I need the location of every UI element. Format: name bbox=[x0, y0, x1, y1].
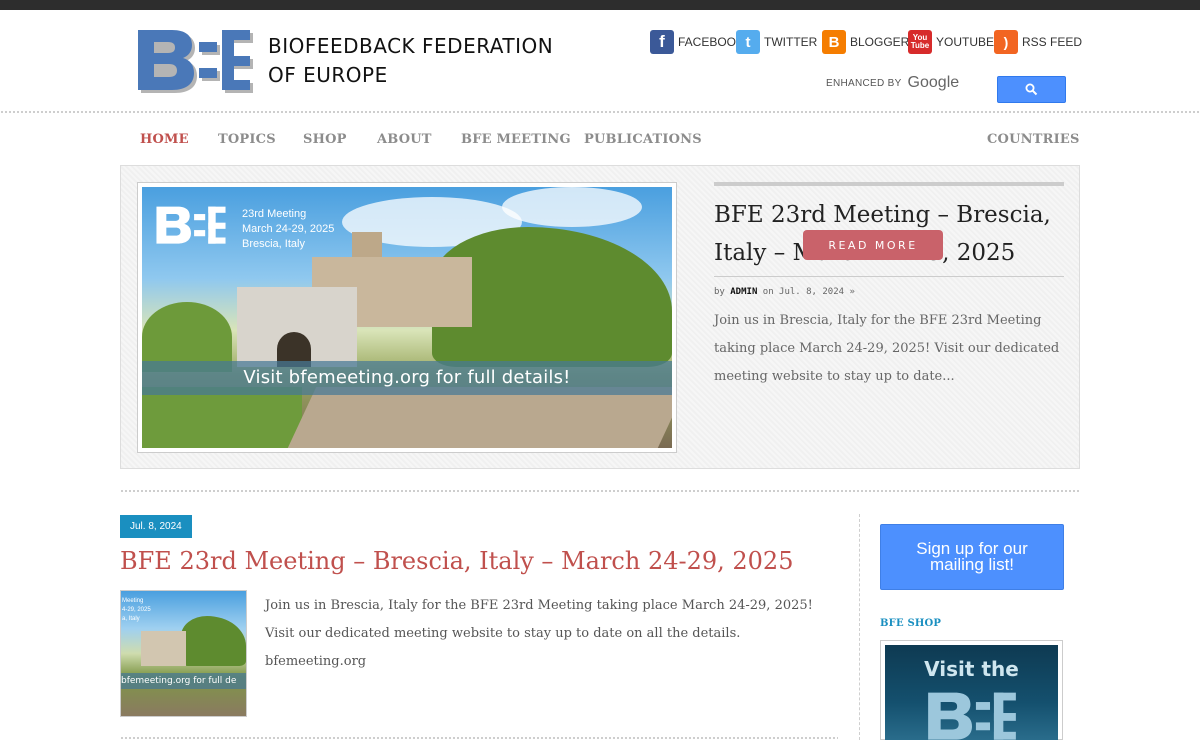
sidebar-separator bbox=[859, 514, 860, 740]
shop-banner[interactable]: Visit the bbox=[880, 640, 1063, 740]
shop-heading: BFE SHOP bbox=[880, 618, 942, 629]
bfe-logo[interactable] bbox=[134, 28, 254, 98]
social-label: RSS FEED bbox=[1022, 35, 1083, 49]
nav-shop[interactable]: SHOP bbox=[303, 132, 347, 147]
social-label: BLOGGER bbox=[850, 35, 910, 49]
section-divider bbox=[120, 489, 1080, 494]
social-rss[interactable]: ) RSS FEED bbox=[994, 30, 1082, 54]
facebook-icon: f bbox=[650, 30, 674, 54]
twitter-icon: t bbox=[736, 30, 760, 54]
social-label: YOUTUBE bbox=[936, 35, 995, 49]
nav-bfe-meeting[interactable]: BFE MEETING bbox=[461, 132, 571, 147]
bfe-logo-white bbox=[156, 206, 226, 244]
search-button[interactable] bbox=[997, 76, 1066, 103]
site-title-line1: BIOFEEDBACK FEDERATION bbox=[268, 34, 554, 58]
featured-meta: by ADMIN on Jul. 8, 2024 » bbox=[714, 287, 855, 297]
header: BIOFEEDBACK FEDERATION OF EUROPE f FACEB… bbox=[0, 10, 1200, 110]
post-excerpt: Join us in Brescia, Italy for the BFE 23… bbox=[265, 598, 813, 669]
post-divider bbox=[120, 736, 838, 740]
nav-about[interactable]: ABOUT bbox=[377, 132, 432, 147]
mailing-list-signup-button[interactable]: Sign up for our mailing list! bbox=[880, 524, 1064, 590]
youtube-icon: You Tube bbox=[908, 30, 932, 54]
featured-top-bar bbox=[714, 182, 1064, 186]
header-divider bbox=[0, 110, 1200, 115]
search-icon bbox=[1025, 83, 1038, 96]
nav-topics[interactable]: TOPICS bbox=[218, 132, 276, 147]
featured-summary: BFE 23rd Meeting – Brescia, Italy – Marc… bbox=[714, 182, 1064, 391]
rss-icon: ) bbox=[994, 30, 1018, 54]
blogger-icon: B bbox=[822, 30, 846, 54]
enhanced-by-label: ENHANCED BY bbox=[826, 77, 902, 89]
post-date-badge: Jul. 8, 2024 bbox=[120, 515, 192, 538]
post-thumbnail[interactable]: Meeting 4-29, 2025 a, Italy bfemeeting.o… bbox=[120, 590, 247, 717]
top-bar bbox=[0, 0, 1200, 10]
shop-banner-text: Visit the bbox=[924, 657, 1019, 681]
site-title[interactable]: BIOFEEDBACK FEDERATION OF EUROPE bbox=[268, 32, 553, 90]
main-nav: HOME TOPICS SHOP ABOUT BFE MEETING PUBLI… bbox=[0, 124, 1200, 154]
site-title-line2: OF EUROPE bbox=[268, 63, 388, 87]
nav-home[interactable]: HOME bbox=[140, 132, 189, 147]
google-label: Google bbox=[907, 74, 960, 91]
post-title[interactable]: BFE 23rd Meeting – Brescia, Italy – Marc… bbox=[120, 547, 793, 575]
social-twitter[interactable]: t TWITTER bbox=[736, 30, 817, 54]
social-youtube[interactable]: You Tube YOUTUBE bbox=[908, 30, 994, 54]
featured-slider: 23rd Meeting March 24-29, 2025 Brescia, … bbox=[120, 165, 1080, 469]
social-facebook[interactable]: f FACEBOOK bbox=[650, 30, 744, 54]
bfe-logo-shop bbox=[928, 692, 1016, 740]
post-entry: Jul. 8, 2024 BFE 23rd Meeting – Brescia,… bbox=[120, 514, 840, 740]
social-blogger[interactable]: B BLOGGER bbox=[822, 30, 909, 54]
read-more-button[interactable]: READ MORE bbox=[803, 230, 943, 260]
featured-image[interactable]: 23rd Meeting March 24-29, 2025 Brescia, … bbox=[137, 182, 677, 453]
google-search-input[interactable]: ENHANCED BY Google bbox=[826, 72, 959, 94]
image-banner: Visit bfemeeting.org for full details! bbox=[142, 361, 672, 395]
social-label: FACEBOOK bbox=[678, 35, 745, 49]
featured-excerpt: Join us in Brescia, Italy for the BFE 23… bbox=[714, 313, 1060, 384]
meeting-details: 23rd Meeting March 24-29, 2025 Brescia, … bbox=[242, 208, 335, 250]
nav-publications[interactable]: PUBLICATIONS bbox=[584, 132, 702, 147]
social-label: TWITTER bbox=[764, 35, 818, 49]
author-link[interactable]: ADMIN bbox=[730, 287, 757, 297]
nav-countries[interactable]: COUNTRIES bbox=[987, 132, 1080, 147]
